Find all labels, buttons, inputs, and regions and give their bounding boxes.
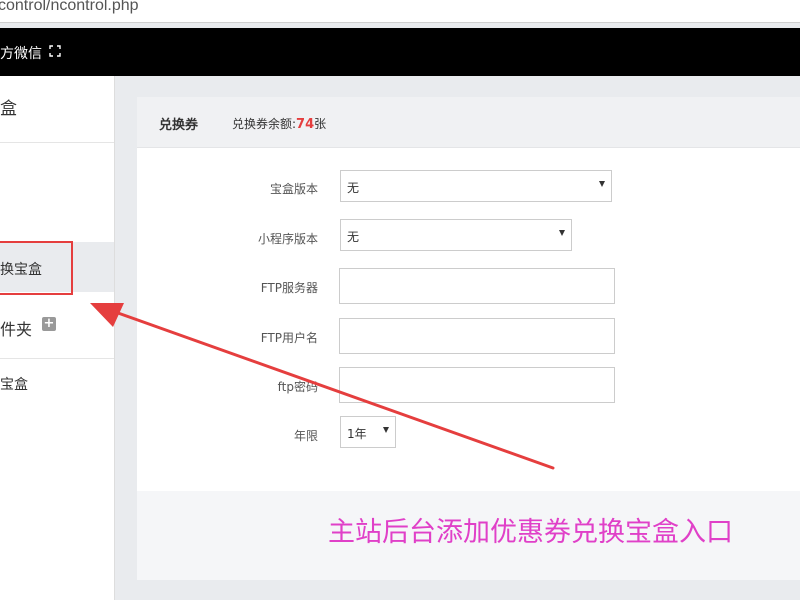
- coupon-balance: 兑换券余额:74张: [232, 115, 326, 132]
- sidebar-title: 盒: [0, 99, 17, 119]
- plus-icon[interactable]: +: [42, 317, 56, 331]
- ftp-user-input[interactable]: [339, 318, 615, 354]
- brand-title: 方微信: [0, 46, 42, 62]
- ftp-password-input[interactable]: [339, 367, 615, 403]
- miniprogram-version-select[interactable]: 无: [340, 219, 572, 251]
- sidebar-item-folder[interactable]: 件夹: [0, 316, 32, 340]
- annotation-caption: 主站后台添加优惠券兑换宝盒入口: [328, 517, 733, 548]
- balance-label: 兑换券余额:: [232, 117, 297, 131]
- sidebar-item-box[interactable]: 宝盒: [0, 374, 28, 394]
- sidebar: 盒 换宝盒 件夹 + 宝盒: [0, 76, 115, 600]
- box-version-value: 无: [347, 181, 360, 195]
- dropdown-caret-icon: [383, 427, 389, 433]
- panel-header: 兑换券 兑换券余额:74张: [137, 97, 800, 148]
- box-version-label: 宝盒版本: [269, 182, 318, 196]
- exchange-form: 宝盒版本 无 小程序版本 无 FTP服务器 FTP用户名 ftp密码 年限 1年: [137, 148, 800, 491]
- term-label: 年限: [293, 429, 318, 443]
- miniprogram-version-value: 无: [347, 230, 360, 244]
- balance-unit: 张: [314, 117, 327, 131]
- sidebar-divider: [0, 142, 114, 143]
- ftp-user-label: FTP用户名: [260, 331, 318, 345]
- url-text: control/ncontrol.php: [0, 0, 139, 14]
- panel-title: 兑换券: [159, 118, 199, 133]
- ftp-server-input[interactable]: [339, 268, 615, 304]
- term-value: 1年: [347, 427, 367, 441]
- dropdown-caret-icon: [559, 230, 565, 236]
- box-version-select[interactable]: 无: [340, 170, 612, 202]
- sidebar-divider: [0, 358, 114, 359]
- miniprogram-version-label: 小程序版本: [257, 232, 318, 246]
- browser-address-bar[interactable]: control/ncontrol.php: [0, 0, 800, 23]
- term-select[interactable]: 1年: [340, 416, 396, 448]
- balance-value: 74: [296, 117, 315, 132]
- top-header: 方微信: [0, 28, 800, 76]
- dropdown-caret-icon: [599, 181, 605, 187]
- ftp-server-label: FTP服务器: [260, 281, 318, 295]
- ftp-password-label: ftp密码: [277, 380, 318, 394]
- main-panel: 兑换券 兑换券余额:74张 宝盒版本 无 小程序版本 无 FTP服务器 FTP用…: [137, 97, 800, 580]
- highlight-box: [0, 241, 73, 295]
- expand-icon[interactable]: [49, 45, 61, 57]
